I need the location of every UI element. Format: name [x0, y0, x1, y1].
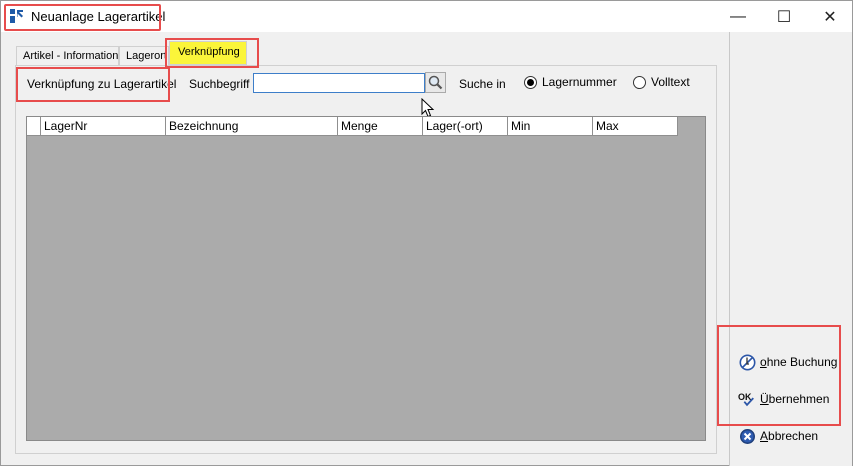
close-button[interactable]: ✕	[807, 1, 853, 32]
ok-check-icon: OK	[738, 390, 756, 408]
magnifier-icon	[428, 75, 443, 90]
uebernehmen-label: Übernehmen	[760, 392, 829, 406]
minimize-icon: —	[730, 7, 746, 25]
radio-lagernummer[interactable]: Lagernummer	[524, 75, 617, 89]
mouse-cursor-icon	[421, 98, 435, 118]
results-grid[interactable]: LagerNr Bezeichnung Menge Lager(-ort) Mi…	[26, 116, 706, 441]
maximize-icon: ☐	[776, 8, 792, 26]
suche-in-label: Suche in	[459, 77, 506, 91]
ohne-buchung-button[interactable]: ohne Buchung	[738, 353, 837, 371]
ohne-buchung-accel: o	[760, 355, 767, 369]
radio-lagernummer-label: Lagernummer	[542, 75, 617, 89]
section-annotation-box	[16, 67, 170, 102]
grid-header: LagerNr Bezeichnung Menge Lager(-ort) Mi…	[27, 117, 678, 136]
uebernehmen-accel: Ü	[760, 392, 769, 406]
column-header-menge[interactable]: Menge	[338, 117, 423, 136]
column-header-bezeichnung[interactable]: Bezeichnung	[166, 117, 338, 136]
ohne-buchung-label: ohne Buchung	[760, 355, 837, 369]
uebernehmen-rest: bernehmen	[768, 392, 830, 406]
dialog-window: Neuanlage Lagerartikel — ☐ ✕ Artikel - I…	[0, 0, 853, 466]
svg-text:OK: OK	[738, 392, 752, 402]
radio-unchecked-icon	[633, 75, 646, 89]
uebernehmen-button[interactable]: OK Übernehmen	[738, 390, 829, 408]
column-header-min[interactable]: Min	[508, 117, 593, 136]
ohne-buchung-rest: hne Buchung	[766, 355, 838, 369]
no-booking-icon	[738, 353, 756, 371]
maximize-button[interactable]: ☐	[761, 1, 807, 32]
radio-volltext-label: Volltext	[651, 75, 690, 89]
title-annotation-box	[4, 4, 161, 31]
abbrechen-button[interactable]: Abbrechen	[738, 427, 818, 445]
radio-checked-icon	[524, 75, 537, 89]
tab-lagerort[interactable]: Lagerort	[119, 46, 169, 65]
search-input[interactable]	[253, 73, 425, 93]
buttons-annotation-box	[717, 325, 841, 426]
radio-volltext[interactable]: Volltext	[633, 75, 690, 89]
search-label: Suchbegriff	[189, 77, 250, 91]
column-header-lagerort[interactable]: Lager(-ort)	[423, 117, 508, 136]
tab-artikel-information[interactable]: Artikel - Information	[16, 46, 119, 65]
tab-annotation-box	[165, 38, 259, 68]
close-icon: ✕	[823, 8, 837, 26]
row-selector-header[interactable]	[27, 117, 41, 136]
cancel-icon	[738, 427, 756, 445]
abbrechen-accel: A	[760, 429, 769, 443]
search-button[interactable]	[425, 72, 446, 93]
column-header-max[interactable]: Max	[593, 117, 678, 136]
minimize-button[interactable]: —	[715, 1, 761, 32]
abbrechen-rest: bbrechen	[768, 429, 819, 443]
abbrechen-label: Abbrechen	[760, 429, 818, 443]
column-header-lagernr[interactable]: LagerNr	[41, 117, 166, 136]
